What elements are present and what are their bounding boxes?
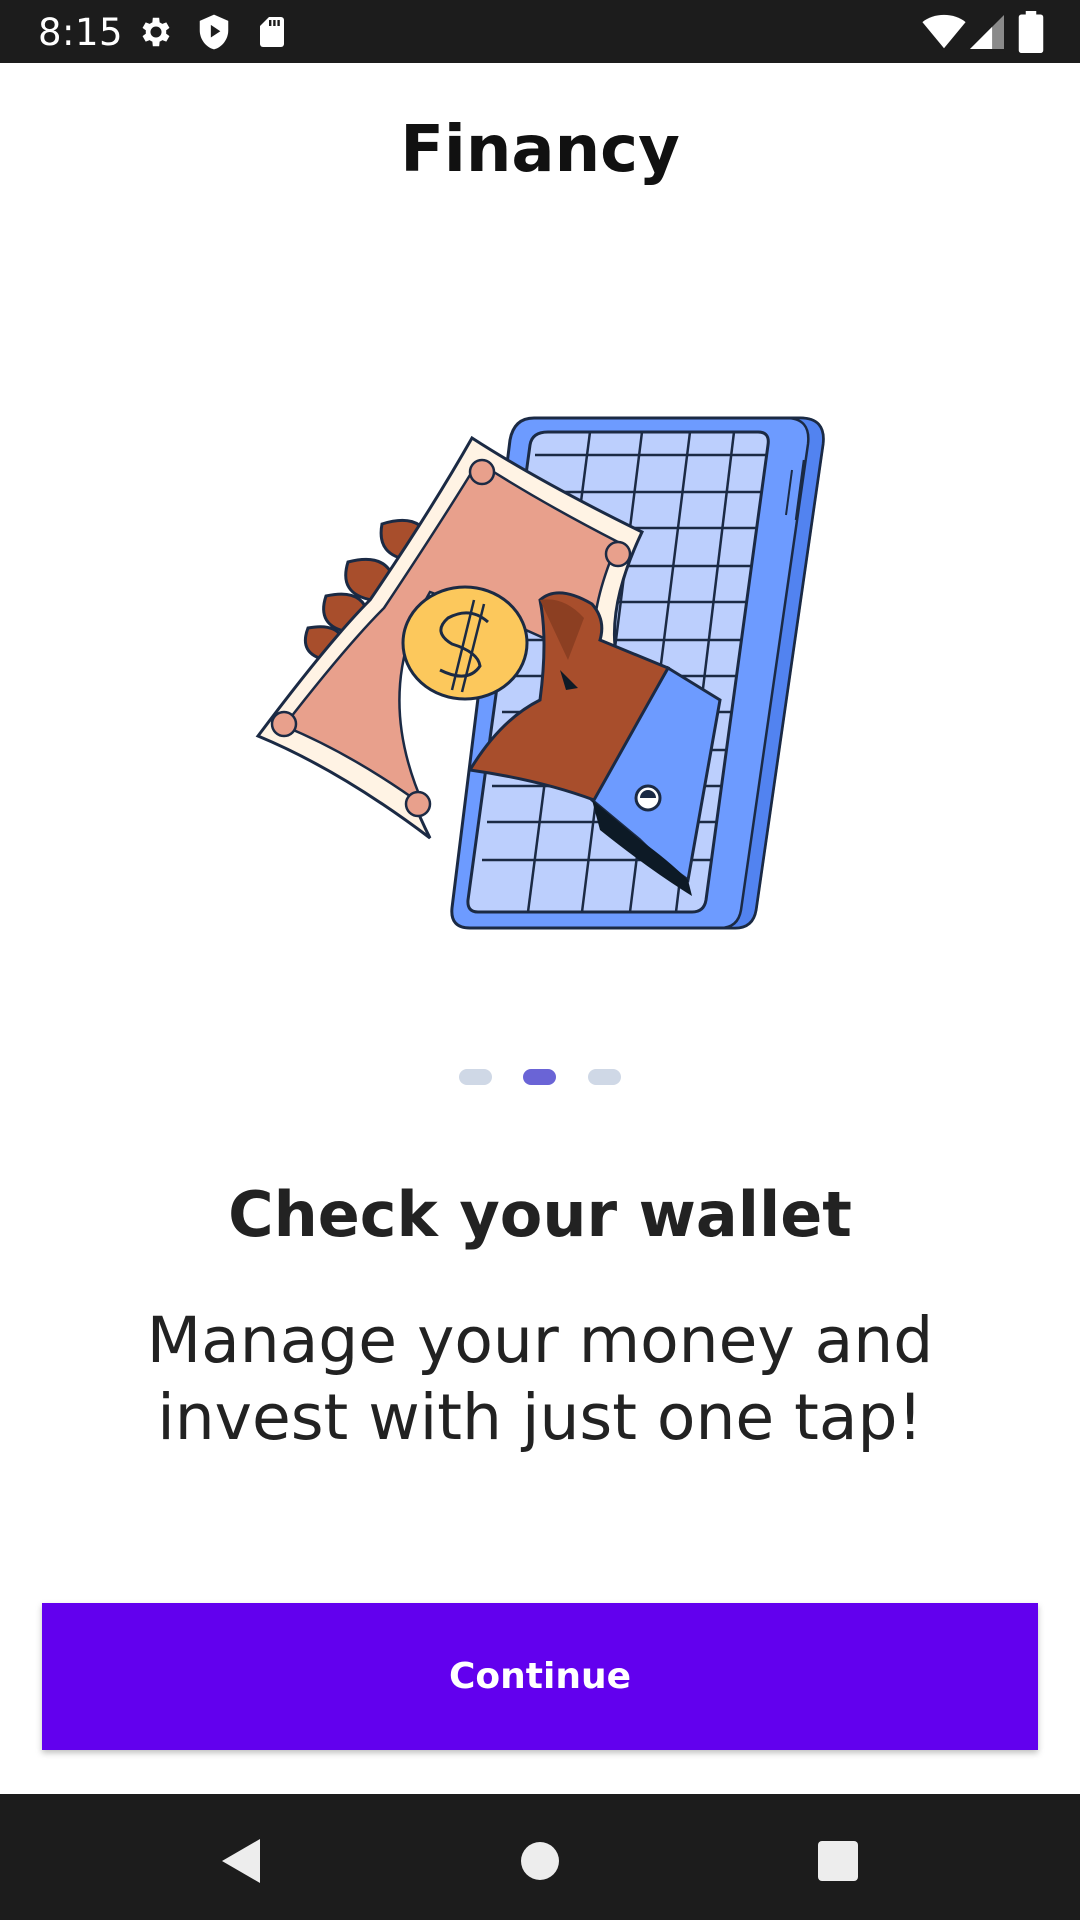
slide-description-line-1: Manage your money and: [146, 1304, 934, 1377]
slide-description: Manage your money and invest with just o…: [90, 1302, 990, 1456]
hand-cash-phone-illustration: [255, 416, 825, 930]
onboarding-screen: 8:15 Financy Check your wallet Manage yo…: [0, 0, 1080, 1920]
back-icon[interactable]: [210, 1831, 270, 1891]
home-icon[interactable]: [510, 1831, 570, 1891]
continue-button[interactable]: Continue: [42, 1603, 1038, 1750]
cell-signal-icon: [970, 15, 1004, 49]
page-indicator: [459, 1069, 621, 1087]
slide-description-line-2: invest with just one tap!: [157, 1381, 923, 1454]
shield-play-icon: [199, 14, 229, 50]
status-bar: 8:15: [0, 0, 1080, 63]
wifi-icon: [922, 14, 966, 49]
sd-card-icon: [260, 17, 284, 47]
recents-icon[interactable]: [808, 1831, 868, 1891]
page-dot-3[interactable]: [588, 1069, 621, 1085]
slide-title: Check your wallet: [228, 1178, 852, 1251]
status-time: 8:15: [38, 11, 124, 54]
system-nav-bar: [0, 1794, 1080, 1920]
battery-icon: [1018, 11, 1044, 53]
app-title: Financy: [400, 113, 680, 187]
page-dot-1[interactable]: [459, 1069, 492, 1085]
settings-icon: [142, 17, 170, 47]
page-dot-2-active[interactable]: [523, 1069, 556, 1085]
